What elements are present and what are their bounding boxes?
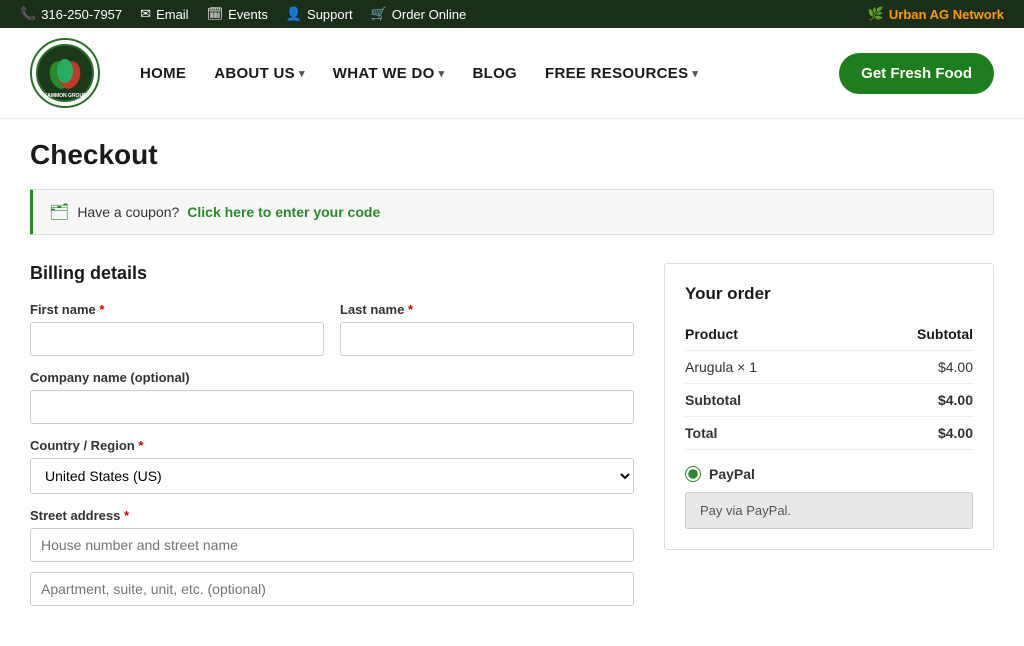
main-nav: HOME ABOUT US ▾ WHAT WE DO ▾ BLOG FREE R…: [140, 65, 839, 82]
coupon-bar: 🗂 Have a coupon? Click here to enter you…: [30, 189, 994, 235]
chevron-down-icon: ▾: [439, 67, 445, 80]
chevron-down-icon: ▾: [299, 67, 305, 80]
country-group: Country / Region * United States (US): [30, 438, 634, 494]
phone-item[interactable]: 📞 316-250-7957: [20, 6, 122, 22]
subtotal-label: Subtotal: [685, 384, 847, 417]
logo[interactable]: KAMMON GROUP: [30, 38, 100, 108]
network-link[interactable]: 🌿 Urban AG Network: [868, 6, 1004, 22]
subtotal-row: Subtotal $4.00: [685, 384, 973, 417]
street-label: Street address *: [30, 508, 634, 523]
events-label: Events: [228, 7, 268, 22]
nav-item-what-we-do[interactable]: WHAT WE DO ▾: [333, 65, 445, 82]
order-table-header: Product Subtotal: [685, 318, 973, 351]
billing-section: Billing details First name * Last name *: [30, 263, 634, 606]
nav-label-free-resources: FREE RESOURCES: [545, 65, 688, 82]
first-name-input[interactable]: [30, 322, 324, 356]
top-bar-left: 📞 316-250-7957 ✉ Email 🗓 Events 👤 Suppor…: [20, 6, 466, 22]
payment-label: PayPal: [709, 466, 755, 482]
table-row: Arugula × 1 $4.00: [685, 351, 973, 384]
required-marker: *: [138, 438, 143, 453]
country-label: Country / Region *: [30, 438, 634, 453]
payment-option-paypal: PayPal: [685, 466, 973, 482]
page-title: Checkout: [30, 139, 994, 171]
coupon-text: Have a coupon?: [77, 204, 179, 220]
email-item[interactable]: ✉ Email: [140, 6, 188, 22]
name-row: First name * Last name *: [30, 302, 634, 356]
order-table: Product Subtotal Arugula × 1 $4.00 Subto…: [685, 318, 973, 450]
nav-item-free-resources[interactable]: FREE RESOURCES ▾: [545, 65, 698, 82]
paypal-radio[interactable]: [685, 466, 701, 482]
events-item[interactable]: 🗓 Events: [207, 6, 268, 22]
company-group: Company name (optional): [30, 370, 634, 424]
country-select[interactable]: United States (US): [30, 458, 634, 494]
svg-text:KAMMON GROUP: KAMMON GROUP: [44, 93, 87, 99]
checkout-layout: Billing details First name * Last name *: [30, 263, 994, 606]
nav-item-about[interactable]: ABOUT US ▾: [214, 65, 305, 82]
header: KAMMON GROUP HOME ABOUT US ▾ WHAT WE DO …: [0, 28, 1024, 119]
nav-label-what-we-do: WHAT WE DO: [333, 65, 435, 82]
first-name-group: First name *: [30, 302, 324, 356]
product-price: $4.00: [847, 351, 973, 384]
top-bar: 📞 316-250-7957 ✉ Email 🗓 Events 👤 Suppor…: [0, 0, 1024, 28]
subtotal-header: Subtotal: [847, 318, 973, 351]
cart-icon: 🛒: [371, 6, 387, 22]
product-header: Product: [685, 318, 847, 351]
network-label: Urban AG Network: [889, 7, 1004, 22]
payment-section: PayPal Pay via PayPal.: [685, 466, 973, 529]
email-label: Email: [156, 7, 189, 22]
network-icon: 🌿: [868, 6, 884, 22]
support-label: Support: [307, 7, 353, 22]
billing-title: Billing details: [30, 263, 634, 284]
phone-icon: 📞: [20, 6, 36, 22]
events-icon: 🗓: [207, 6, 224, 22]
last-name-label: Last name *: [340, 302, 634, 317]
subtotal-value: $4.00: [847, 384, 973, 417]
total-value: $4.00: [847, 417, 973, 450]
coupon-icon: 🗂: [49, 202, 69, 222]
nav-label-about: ABOUT US: [214, 65, 295, 82]
total-row: Total $4.00: [685, 417, 973, 450]
total-label: Total: [685, 417, 847, 450]
order-summary: Your order Product Subtotal Arugula × 1 …: [664, 263, 994, 550]
first-name-label: First name *: [30, 302, 324, 317]
email-icon: ✉: [140, 6, 151, 22]
order-title: Your order: [685, 284, 973, 304]
phone-number: 316-250-7957: [41, 7, 122, 22]
coupon-link[interactable]: Click here to enter your code: [187, 204, 380, 220]
nav-label-blog: BLOG: [472, 65, 517, 82]
support-icon: 👤: [286, 6, 302, 22]
last-name-group: Last name *: [340, 302, 634, 356]
chevron-down-icon: ▾: [692, 67, 698, 80]
last-name-input[interactable]: [340, 322, 634, 356]
nav-item-blog[interactable]: BLOG: [472, 65, 517, 82]
apt-input[interactable]: [30, 572, 634, 606]
order-online-item[interactable]: 🛒 Order Online: [371, 6, 467, 22]
required-marker: *: [124, 508, 129, 523]
required-marker: *: [408, 302, 413, 317]
page-content: Checkout 🗂 Have a coupon? Click here to …: [0, 119, 1024, 646]
nav-label-home: HOME: [140, 65, 186, 82]
company-input[interactable]: [30, 390, 634, 424]
apt-group: [30, 572, 634, 606]
product-name: Arugula × 1: [685, 351, 847, 384]
order-online-label: Order Online: [392, 7, 466, 22]
street-input[interactable]: [30, 528, 634, 562]
nav-item-home[interactable]: HOME: [140, 65, 186, 82]
pay-via-paypal-button[interactable]: Pay via PayPal.: [685, 492, 973, 529]
street-group: Street address *: [30, 508, 634, 562]
support-item[interactable]: 👤 Support: [286, 6, 353, 22]
company-label: Company name (optional): [30, 370, 634, 385]
get-fresh-button[interactable]: Get Fresh Food: [839, 53, 994, 94]
required-marker: *: [99, 302, 104, 317]
